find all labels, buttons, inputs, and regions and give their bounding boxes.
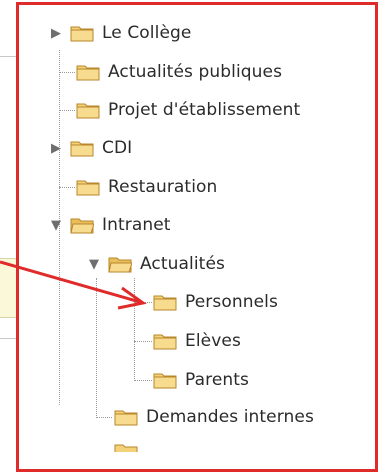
expand-arrow-icon[interactable]: ▶ (48, 140, 64, 156)
tree-item-actualites[interactable]: ▼ Actualités (86, 249, 225, 279)
folder-icon (153, 295, 177, 311)
folder-icon (153, 334, 177, 350)
folder-icon (153, 373, 177, 389)
tree-item-label: Le Collège (102, 23, 192, 43)
tree-connector (59, 187, 75, 188)
folder-icon (76, 103, 100, 119)
tree-connector (134, 380, 152, 381)
tree-item-label: Projet d'établissement (108, 100, 301, 120)
tree-item-label: Parents (185, 370, 249, 390)
tree-item-eleves[interactable]: Elèves (153, 326, 241, 356)
folder-icon (70, 26, 94, 42)
tree-item-cdi[interactable]: ▶ CDI (48, 133, 132, 163)
tree-item-label: Demandes internes (146, 407, 314, 427)
tree-connector (59, 72, 75, 73)
open-folder-icon (70, 218, 94, 234)
open-folder-icon (108, 257, 132, 273)
folder-icon (76, 65, 100, 81)
tree-item-label: Personnels (185, 292, 278, 312)
tree-item-demandes-internes[interactable]: Demandes internes (114, 402, 314, 432)
tree-guide-line (134, 278, 135, 381)
tree-connector (134, 341, 152, 342)
tree-item-personnels[interactable]: Personnels (153, 287, 278, 317)
folder-icon (70, 141, 94, 157)
tree-item-actualites-publiques[interactable]: Actualités publiques (76, 57, 282, 87)
tree-connector (59, 110, 75, 111)
tree-connector (134, 302, 152, 303)
tree-item-label: Restauration (108, 177, 218, 197)
collapse-arrow-icon[interactable]: ▼ (86, 256, 102, 272)
tree-item-parents[interactable]: Parents (153, 365, 249, 395)
tree-item-restauration[interactable]: Restauration (76, 172, 217, 202)
tree-item-label: Elèves (185, 331, 241, 351)
tree-item-le-college[interactable]: ▶ Le Collège (48, 18, 191, 48)
tree-item-label: CDI (102, 138, 133, 158)
folder-icon (76, 180, 100, 196)
tree-item-label: Actualités publiques (108, 62, 283, 82)
tree-item-intranet[interactable]: ▼ Intranet (48, 210, 171, 240)
tree-connector (96, 417, 112, 418)
expand-arrow-icon[interactable]: ▶ (48, 25, 64, 41)
collapse-arrow-icon[interactable]: ▼ (48, 217, 64, 233)
tree-guide-line (96, 278, 97, 418)
folder-tree: ▶ Le Collège Actualités publiques Projet… (0, 0, 382, 452)
folder-icon (114, 410, 138, 426)
tree-item-label: Intranet (102, 215, 171, 235)
folder-icon (114, 444, 138, 452)
tree-item-label: Actualités (140, 254, 225, 274)
tree-item-projet-etablissement[interactable]: Projet d'établissement (76, 95, 300, 125)
